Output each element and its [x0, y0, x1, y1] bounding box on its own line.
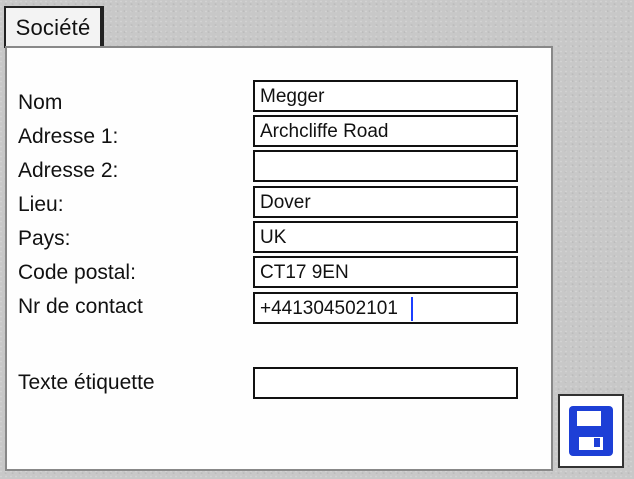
tab-societe[interactable]: Société: [4, 6, 104, 50]
tab-label: Société: [15, 15, 91, 40]
input-lieu[interactable]: Dover: [253, 186, 518, 218]
input-code-postal[interactable]: CT17 9EN: [253, 256, 518, 288]
input-nom-value: Megger: [260, 86, 325, 107]
input-nom[interactable]: Megger: [253, 80, 518, 112]
save-icon: [569, 406, 613, 456]
label-nr-de-contact: Nr de contact: [18, 295, 143, 318]
input-adresse-2[interactable]: [253, 150, 518, 182]
save-button[interactable]: [558, 394, 624, 468]
input-code-postal-value: CT17 9EN: [260, 262, 349, 283]
input-pays[interactable]: UK: [253, 221, 518, 253]
label-nom: Nom: [18, 91, 63, 114]
input-adresse-1-value: Archcliffe Road: [260, 121, 389, 142]
label-pays: Pays:: [18, 227, 71, 250]
label-lieu: Lieu:: [18, 193, 64, 216]
label-adresse-1: Adresse 1:: [18, 125, 119, 148]
input-pays-value: UK: [260, 227, 287, 248]
input-nr-de-contact-value: +441304502101: [260, 298, 398, 319]
label-texte-etiquette: Texte étiquette: [18, 371, 155, 394]
input-texte-etiquette[interactable]: [253, 367, 518, 399]
input-nr-de-contact[interactable]: +441304502101: [253, 292, 518, 324]
label-adresse-2: Adresse 2:: [18, 159, 119, 182]
input-lieu-value: Dover: [260, 192, 311, 213]
text-cursor: [411, 297, 413, 321]
input-adresse-1[interactable]: Archcliffe Road: [253, 115, 518, 147]
device-screen: Société Nom Megger Adresse 1: Archcliffe…: [0, 0, 634, 479]
label-code-postal: Code postal:: [18, 261, 136, 284]
